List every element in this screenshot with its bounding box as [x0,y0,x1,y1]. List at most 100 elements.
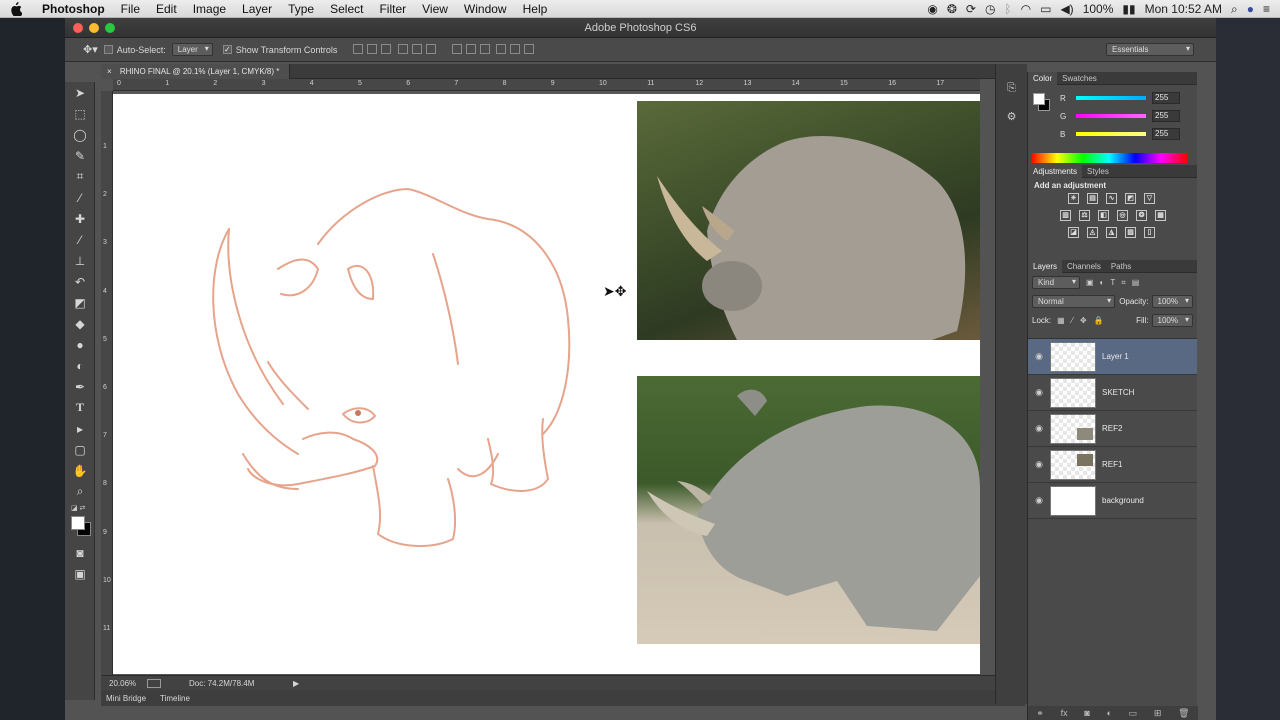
reference-photo-rhino-2[interactable] [637,376,980,644]
show-transform-checkbox[interactable]: ✓ [222,45,232,54]
tab-timeline[interactable]: Timeline [160,694,190,703]
photo-filter-icon[interactable]: ◎ [1117,210,1128,221]
hand-tool-icon[interactable]: ✋ [65,460,95,481]
menu-window[interactable]: Window [456,2,515,16]
layer-row-background[interactable]: ◉ background [1028,483,1197,519]
align-vcenter-icon[interactable] [367,43,378,54]
slider-red-track[interactable] [1076,96,1146,100]
evernote-icon[interactable]: ❂ [947,2,957,16]
sync-icon[interactable]: ⟳ [966,2,976,16]
auto-select-dropdown[interactable]: Layer [171,43,213,56]
input-blue[interactable]: 255 [1152,128,1180,140]
auto-select-checkbox[interactable] [103,45,113,54]
quick-select-tool-icon[interactable]: ✎ [65,145,95,166]
zoom-window-button[interactable] [105,23,115,33]
align-right-icon[interactable] [425,43,436,54]
fill-input[interactable]: 100% [1151,314,1193,327]
layer-filter-kind[interactable]: Kind [1032,276,1080,289]
healing-brush-tool-icon[interactable]: ✚ [65,208,95,229]
layer-row-ref2[interactable]: ◉ REF2 [1028,411,1197,447]
close-window-button[interactable] [73,23,83,33]
horizontal-ruler[interactable]: 0 1 2 3 4 5 6 7 8 9 10 11 12 13 14 15 16 17 [113,79,980,91]
slider-blue-track[interactable] [1076,132,1146,136]
tab-paths[interactable]: Paths [1106,260,1136,273]
lock-icons[interactable]: ▦⁄✥🔒 [1057,316,1111,325]
add-mask-icon[interactable]: ◙ [1084,708,1089,718]
user-avatar-icon[interactable]: ● [1247,2,1254,16]
volume-icon[interactable]: ◀) [1060,2,1073,16]
zoom-level[interactable]: 20.06% [101,679,147,688]
color-fg-swatch[interactable] [1033,93,1045,105]
exposure-icon[interactable]: ◩ [1125,193,1136,204]
visibility-eye-icon[interactable]: ◉ [1028,495,1050,506]
status-info-icon[interactable] [147,678,161,688]
align-left-icon[interactable] [397,43,408,54]
menu-image[interactable]: Image [185,2,234,16]
canvas-area[interactable] [113,91,980,675]
opacity-input[interactable]: 100% [1151,295,1193,308]
delete-layer-icon[interactable]: 🗑 [1178,708,1189,719]
menu-filter[interactable]: Filter [371,2,414,16]
layer-row-ref1[interactable]: ◉ REF1 [1028,447,1197,483]
paint-bucket-tool-icon[interactable]: ◆ [65,313,95,334]
black-white-icon[interactable]: ◧ [1098,210,1109,221]
align-top-icon[interactable] [353,43,364,54]
new-layer-icon[interactable]: ⊞ [1154,708,1162,719]
apple-icon[interactable] [10,1,24,17]
distribute-left-icon[interactable] [496,43,507,54]
selective-color-icon[interactable]: ▯ [1144,227,1155,238]
menu-view[interactable]: View [414,2,456,16]
spotlight-icon[interactable]: ⌕ [1231,2,1238,17]
input-green[interactable]: 255 [1152,110,1180,122]
clock[interactable]: Mon 10:52 AM [1145,2,1222,16]
menu-help[interactable]: Help [515,2,556,16]
document-canvas[interactable] [113,94,980,674]
document-tab[interactable]: × RHINO FINAL @ 20.1% (Layer 1, CMYK/8) … [101,64,291,79]
history-panel-icon[interactable]: ⎘ [1003,82,1021,100]
tab-color[interactable]: Color [1028,71,1058,85]
distribute-bottom-icon[interactable] [479,43,490,54]
hue-saturation-icon[interactable]: ▥ [1060,210,1071,221]
posterize-icon[interactable]: ◬ [1087,227,1098,238]
shape-tool-icon[interactable]: ▢ [65,439,95,460]
record-icon[interactable]: ◉ [927,2,937,16]
visibility-eye-icon[interactable]: ◉ [1028,387,1050,398]
marquee-tool-icon[interactable]: ⬚ [65,103,95,124]
color-spectrum-ramp[interactable] [1031,153,1187,163]
align-hcenter-icon[interactable] [411,43,422,54]
airplay-icon[interactable]: ▭ [1040,2,1051,16]
layer-row-sketch[interactable]: ◉ SKETCH [1028,375,1197,411]
tab-adjustments[interactable]: Adjustments [1028,164,1083,178]
channel-mixer-icon[interactable]: ❂ [1136,210,1147,221]
vertical-ruler[interactable]: 1 2 3 4 5 6 7 8 9 10 11 [101,91,113,675]
slider-green[interactable]: G 255 [1060,107,1180,125]
path-selection-tool-icon[interactable]: ▸ [65,418,95,439]
properties-panel-icon[interactable]: ⚙ [1003,110,1021,128]
status-menu-arrow-icon[interactable]: ▶ [293,679,299,688]
tab-layers[interactable]: Layers [1028,259,1063,273]
color-lookup-icon[interactable]: ▦ [1155,210,1166,221]
tab-swatches[interactable]: Swatches [1057,72,1102,85]
eyedropper-tool-icon[interactable]: ⁄ [65,187,95,208]
pen-tool-icon[interactable]: ✒ [65,376,95,397]
move-tool-icon[interactable]: ➤ [65,82,95,103]
slider-blue[interactable]: B 255 [1060,125,1180,143]
distribute-top-icon[interactable] [451,43,462,54]
blend-mode-dropdown[interactable]: Normal [1032,295,1116,308]
distribute-vcenter-icon[interactable] [465,43,476,54]
menu-type[interactable]: Type [280,2,322,16]
bluetooth-icon[interactable]: ᛒ [1004,2,1011,16]
crop-tool-icon[interactable]: ⌗ [65,166,95,187]
tab-mini-bridge[interactable]: Mini Bridge [106,694,146,703]
link-layers-icon[interactable]: ⚭ [1036,708,1044,719]
history-brush-tool-icon[interactable]: ↶ [65,271,95,292]
move-tool-preset-icon[interactable]: ✥▾ [83,43,98,56]
minimize-window-button[interactable] [89,23,99,33]
default-colors-icon[interactable]: ◪ ⇄ [71,504,85,512]
menu-layer[interactable]: Layer [234,2,280,16]
new-group-icon[interactable]: ▭ [1129,708,1138,719]
invert-icon[interactable]: ◪ [1068,227,1079,238]
time-machine-icon[interactable]: ◷ [985,2,995,16]
screen-mode-icon[interactable]: ▣ [65,563,95,584]
curves-icon[interactable]: ∿ [1106,193,1117,204]
